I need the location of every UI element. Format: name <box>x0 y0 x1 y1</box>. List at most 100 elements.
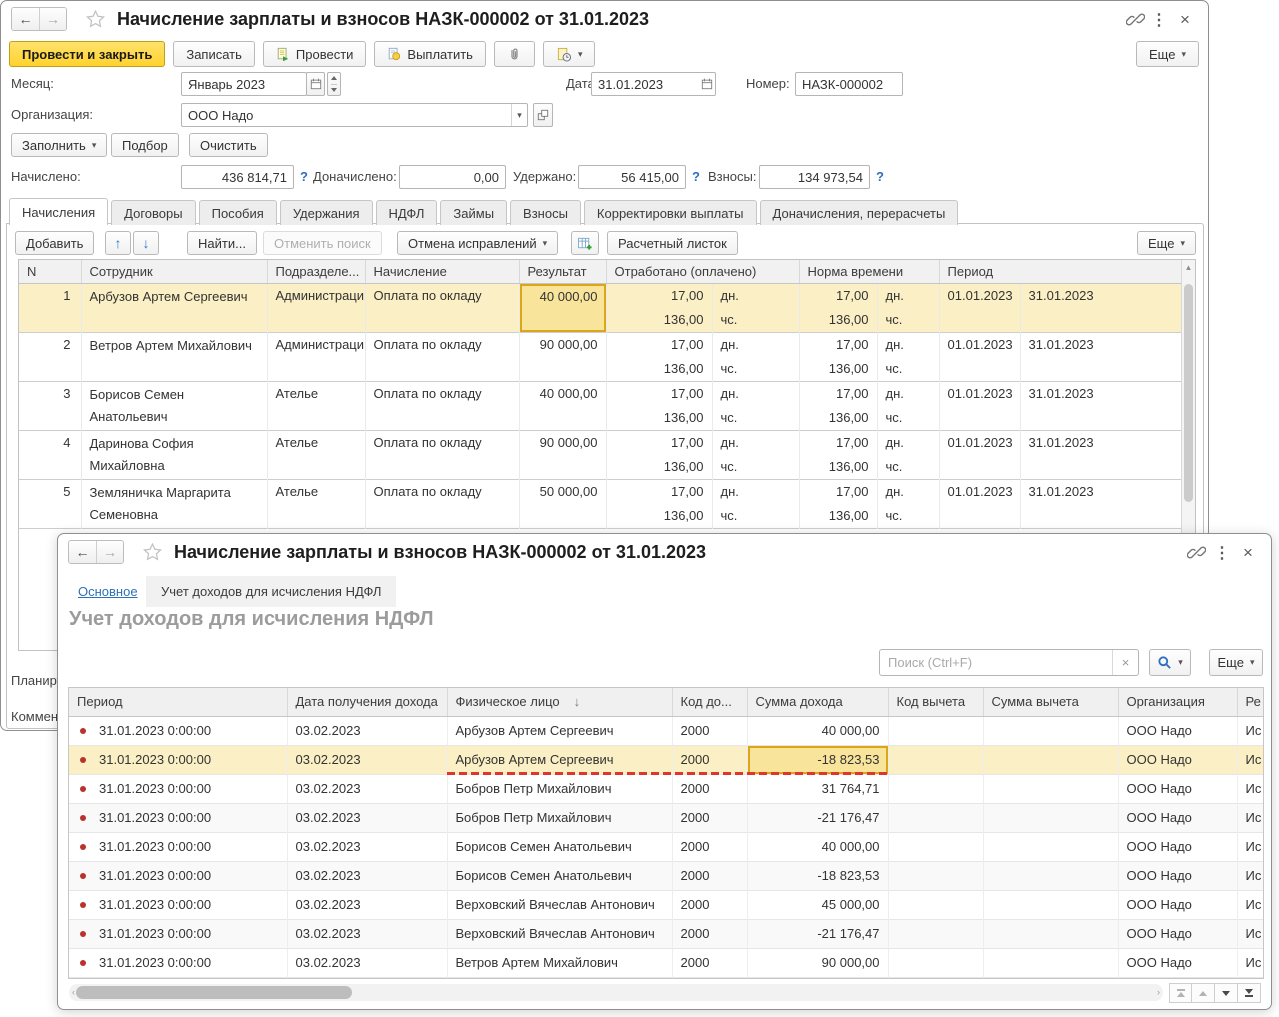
table-row[interactable]: 31.01.2023 0:00:00 03.02.2023 Бобров Пет… <box>69 803 1263 832</box>
cell-person[interactable]: Верховский Вячеслав Антонович <box>447 890 672 919</box>
withheld-field[interactable]: 56 415,00 <box>578 165 686 189</box>
cell-person[interactable]: Арбузов Артем Сергеевич <box>447 716 672 745</box>
window-menu-icon[interactable]: ⋮ <box>1211 542 1233 563</box>
cell-deduction-amount[interactable] <box>983 861 1118 890</box>
scrollbar-thumb[interactable] <box>1184 284 1193 502</box>
cell-deduction-amount[interactable] <box>983 890 1118 919</box>
go-last-button[interactable] <box>1238 983 1261 1003</box>
date-calendar-icon[interactable] <box>699 73 715 95</box>
cell-income-code[interactable]: 2000 <box>672 948 747 977</box>
cell-income-code[interactable]: 2000 <box>672 861 747 890</box>
tab-ndfl[interactable]: НДФЛ <box>376 200 438 225</box>
added-field[interactable]: 0,00 <box>399 165 506 189</box>
cell-organization[interactable]: ООО Надо <box>1118 803 1237 832</box>
cell-organization[interactable]: ООО Надо <box>1118 948 1237 977</box>
table-row[interactable]: 31.01.2023 0:00:00 03.02.2023 Верховский… <box>69 890 1263 919</box>
attachments-button[interactable] <box>494 41 535 67</box>
cell-registrar[interactable]: Ис <box>1237 774 1263 803</box>
cell-income-code[interactable]: 2000 <box>672 716 747 745</box>
cell-registrar[interactable]: Ис <box>1237 861 1263 890</box>
more-button[interactable]: Еще ▾ <box>1209 649 1263 676</box>
column-organization[interactable]: Организация <box>1118 688 1237 716</box>
cell-organization[interactable]: ООО Надо <box>1118 861 1237 890</box>
table-row[interactable]: 31.01.2023 0:00:00 03.02.2023 Борисов Се… <box>69 832 1263 861</box>
column-income-date[interactable]: Дата получения дохода <box>287 688 447 716</box>
column-accrual[interactable]: Начисление <box>365 260 519 283</box>
stepper-up-icon[interactable] <box>331 73 337 84</box>
cell-organization[interactable]: ООО Надо <box>1118 745 1237 774</box>
favorite-star-icon[interactable] <box>142 542 163 562</box>
column-deduction-amount[interactable]: Сумма вычета <box>983 688 1118 716</box>
cell-registrar[interactable]: Ис <box>1237 948 1263 977</box>
cell-income-date[interactable]: 03.02.2023 <box>287 890 447 919</box>
month-calendar-icon[interactable] <box>306 72 325 96</box>
table-row[interactable]: 31.01.2023 0:00:00 03.02.2023 Арбузов Ар… <box>69 716 1263 745</box>
link-icon[interactable] <box>1124 9 1146 30</box>
cell-income-date[interactable]: 03.02.2023 <box>287 832 447 861</box>
horizontal-scrollbar[interactable]: ‹ › <box>69 984 1163 1001</box>
link-icon[interactable] <box>1185 542 1207 563</box>
move-up-button[interactable]: ↑ <box>105 231 131 255</box>
table-row[interactable]: 5 Земляничка Маргарита Семеновна Ателье … <box>19 479 1182 528</box>
column-income-code[interactable]: Код до... <box>672 688 747 716</box>
date-field[interactable]: 31.01.2023 <box>591 72 716 96</box>
tab-contributions[interactable]: Взносы <box>510 200 581 225</box>
cell-deduction-amount[interactable] <box>983 832 1118 861</box>
cell-income-code[interactable]: 2000 <box>672 890 747 919</box>
payslip-button[interactable]: Расчетный листок <box>607 231 738 255</box>
column-registrar[interactable]: Ре <box>1237 688 1263 716</box>
find-button[interactable]: Найти... <box>187 231 257 255</box>
cell-income-date[interactable]: 03.02.2023 <box>287 948 447 977</box>
cell-registrar[interactable]: Ис <box>1237 716 1263 745</box>
cell-deduction-amount[interactable] <box>983 948 1118 977</box>
cell-deduction-code[interactable] <box>888 803 983 832</box>
accrued-field[interactable]: 436 814,71 <box>181 165 294 189</box>
organization-field[interactable]: ООО Надо ▾ <box>181 103 528 127</box>
cell-deduction-code[interactable] <box>888 861 983 890</box>
cell-income-date[interactable]: 03.02.2023 <box>287 803 447 832</box>
table-row[interactable]: 2 Ветров Артем Михайлович Администраци О… <box>19 332 1182 381</box>
column-norm[interactable]: Норма времени <box>799 260 939 283</box>
cell-income-code[interactable]: 2000 <box>672 803 747 832</box>
cell-deduction-amount[interactable] <box>983 803 1118 832</box>
window-menu-icon[interactable]: ⋮ <box>1148 9 1170 30</box>
scrollbar-thumb[interactable] <box>76 986 352 999</box>
column-income-amount[interactable]: Сумма дохода <box>747 688 888 716</box>
close-icon[interactable]: × <box>1237 542 1259 563</box>
scroll-right-icon[interactable]: › <box>1157 987 1160 997</box>
tab-benefits[interactable]: Пособия <box>199 200 277 225</box>
column-period[interactable]: Период <box>69 688 287 716</box>
scroll-up-icon[interactable]: ▲ <box>1182 263 1195 272</box>
month-stepper[interactable] <box>327 72 341 96</box>
pick-button[interactable]: Подбор <box>111 133 179 157</box>
go-first-button[interactable] <box>1169 983 1192 1003</box>
save-button[interactable]: Записать <box>173 41 255 67</box>
cell-income-date[interactable]: 03.02.2023 <box>287 745 447 774</box>
tab-recalculations[interactable]: Доначисления, перерасчеты <box>760 200 959 225</box>
table-row[interactable]: 3 Борисов Семен Анатольевич Ателье Оплат… <box>19 381 1182 430</box>
tab-deductions[interactable]: Удержания <box>280 200 373 225</box>
post-button[interactable]: Провести <box>263 41 367 67</box>
cell-organization[interactable]: ООО Надо <box>1118 890 1237 919</box>
favorite-star-icon[interactable] <box>85 9 106 29</box>
column-worked[interactable]: Отработано (оплачено) <box>606 260 799 283</box>
cell-registrar[interactable]: Ис <box>1237 919 1263 948</box>
table-row[interactable]: 31.01.2023 0:00:00 03.02.2023 Арбузов Ар… <box>69 745 1263 774</box>
help-icon[interactable]: ? <box>300 169 308 184</box>
number-field[interactable]: НАЗК-000002 <box>795 72 903 96</box>
grid-more-button[interactable]: Еще ▾ <box>1137 231 1196 255</box>
cell-registrar[interactable]: Ис <box>1237 803 1263 832</box>
cell-deduction-amount[interactable] <box>983 919 1118 948</box>
cell-registrar[interactable]: Ис <box>1237 745 1263 774</box>
cell-organization[interactable]: ООО Надо <box>1118 919 1237 948</box>
cell-income-date[interactable]: 03.02.2023 <box>287 774 447 803</box>
create-based-on-button[interactable]: ▾ <box>543 41 596 67</box>
table-row[interactable]: 31.01.2023 0:00:00 03.02.2023 Бобров Пет… <box>69 774 1263 803</box>
move-down-button[interactable]: ↓ <box>133 231 159 255</box>
back-button[interactable]: ← <box>69 541 96 563</box>
cell-deduction-code[interactable] <box>888 890 983 919</box>
tab-accruals[interactable]: Начисления <box>9 198 108 225</box>
back-button[interactable]: ← <box>12 8 39 30</box>
table-row[interactable]: 31.01.2023 0:00:00 03.02.2023 Борисов Се… <box>69 861 1263 890</box>
cell-person[interactable]: Бобров Петр Михайлович <box>447 774 672 803</box>
